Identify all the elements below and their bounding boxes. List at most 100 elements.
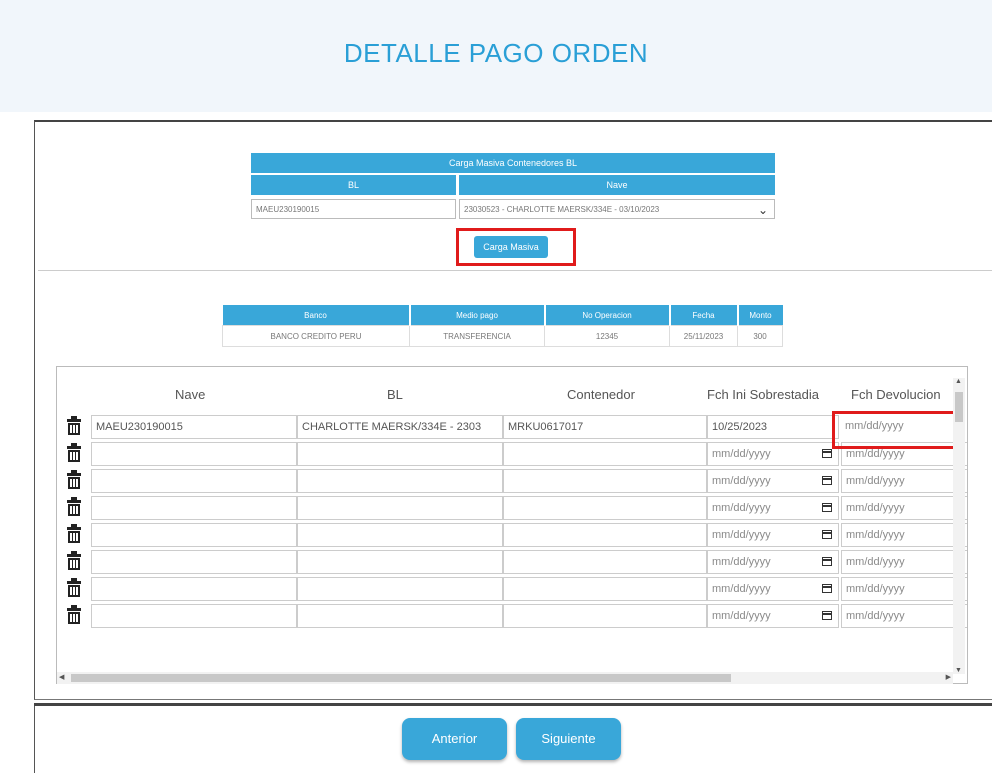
fch-dev-field[interactable]: mm/dd/yyyy xyxy=(841,604,967,628)
bl-field[interactable] xyxy=(297,442,503,466)
fch-dev-field[interactable]: mm/dd/yyyy xyxy=(841,550,967,574)
calendar-icon[interactable] xyxy=(822,449,832,458)
fch-ini-field[interactable]: mm/dd/yyyy xyxy=(707,469,839,493)
scroll-right-icon[interactable]: ▶ xyxy=(946,673,951,681)
fch-dev-field[interactable]: mm/dd/yyyy xyxy=(841,469,967,493)
bl-field[interactable] xyxy=(297,577,503,601)
date-placeholder: mm/dd/yyyy xyxy=(846,583,905,595)
nave-select-value: 23030523 - CHARLOTTE MAERSK/334E - 03/10… xyxy=(464,205,660,214)
table-row: mm/dd/yyyy mm/dd/yyyy xyxy=(57,550,967,574)
header-banco: Banco xyxy=(222,305,411,326)
trash-icon[interactable] xyxy=(67,497,81,516)
fch-ini-field[interactable]: mm/dd/yyyy xyxy=(707,496,839,520)
nave-field[interactable] xyxy=(91,523,297,547)
date-placeholder: mm/dd/yyyy xyxy=(712,529,771,541)
nave-field[interactable] xyxy=(91,469,297,493)
trash-icon[interactable] xyxy=(67,443,81,462)
bl-field[interactable] xyxy=(297,496,503,520)
scroll-left-icon[interactable]: ◀ xyxy=(59,673,64,681)
fch-dev-field[interactable]: mm/dd/yyyy xyxy=(841,577,967,601)
calendar-icon[interactable] xyxy=(822,530,832,539)
table-row: mm/dd/yyyy mm/dd/yyyy xyxy=(57,523,967,547)
divider xyxy=(38,270,992,271)
date-placeholder: mm/dd/yyyy xyxy=(846,502,905,514)
trash-icon[interactable] xyxy=(67,416,81,435)
siguiente-button[interactable]: Siguiente xyxy=(516,718,621,760)
page-title: DETALLE PAGO ORDEN xyxy=(343,38,649,68)
bl-column-header: BL xyxy=(251,175,456,195)
contenedor-field[interactable] xyxy=(503,604,707,628)
calendar-icon[interactable] xyxy=(822,476,832,485)
table-row: mm/dd/yyyy mm/dd/yyyy xyxy=(57,496,967,520)
nave-select[interactable]: 23030523 - CHARLOTTE MAERSK/334E - 03/10… xyxy=(459,199,775,219)
fch-ini-field[interactable]: mm/dd/yyyy xyxy=(707,577,839,601)
table-row: mm/dd/yyyy mm/dd/yyyy xyxy=(57,469,967,493)
contenedor-value: MRKU0617017 xyxy=(508,421,584,433)
date-placeholder: mm/dd/yyyy xyxy=(846,556,905,568)
calendar-icon[interactable] xyxy=(822,503,832,512)
calendar-icon[interactable] xyxy=(822,611,832,620)
vertical-scrollbar[interactable]: ▲ ▼ xyxy=(953,378,965,674)
nave-field[interactable] xyxy=(91,577,297,601)
fch-ini-field[interactable]: mm/dd/yyyy xyxy=(707,523,839,547)
fch-dev-field[interactable]: mm/dd/yyyy xyxy=(841,523,967,547)
table-row: mm/dd/yyyy mm/dd/yyyy xyxy=(57,577,967,601)
trash-icon[interactable] xyxy=(67,605,81,624)
grid-header-bl: BL xyxy=(387,387,403,402)
cell-banco: BANCO CREDITO PERU xyxy=(222,325,410,347)
grid-header-nave: Nave xyxy=(175,387,206,402)
date-placeholder: mm/dd/yyyy xyxy=(846,448,905,460)
header-monto: Monto xyxy=(737,305,783,326)
scroll-down-icon[interactable]: ▼ xyxy=(955,667,962,674)
header-fecha: Fecha xyxy=(669,305,739,326)
bl-field[interactable] xyxy=(297,523,503,547)
bl-field[interactable] xyxy=(297,550,503,574)
cell-monto: 300 xyxy=(737,325,783,347)
contenedor-field[interactable] xyxy=(503,577,707,601)
scroll-thumb[interactable] xyxy=(955,392,963,422)
trash-icon[interactable] xyxy=(67,470,81,489)
date-placeholder: mm/dd/yyyy xyxy=(712,502,771,514)
contenedor-field[interactable]: MRKU0617017 xyxy=(503,415,707,439)
contenedor-field[interactable] xyxy=(503,523,707,547)
table-row: MAEU230190015 CHARLOTTE MAERSK/334E - 230… xyxy=(57,415,957,439)
contenedor-field[interactable] xyxy=(503,469,707,493)
calendar-icon[interactable] xyxy=(822,557,832,566)
bl-field[interactable] xyxy=(297,469,503,493)
calendar-icon[interactable] xyxy=(822,584,832,593)
nave-field[interactable] xyxy=(91,604,297,628)
fch-ini-field[interactable]: mm/dd/yyyy xyxy=(707,550,839,574)
table-row: mm/dd/yyyy mm/dd/yyyy xyxy=(57,604,967,628)
contenedor-field[interactable] xyxy=(503,496,707,520)
anterior-button[interactable]: Anterior xyxy=(402,718,507,760)
carga-masiva-panel: Carga Masiva Contenedores BL BL Nave MAE… xyxy=(251,153,775,219)
trash-icon[interactable] xyxy=(67,578,81,597)
trash-icon[interactable] xyxy=(67,524,81,543)
date-placeholder: mm/dd/yyyy xyxy=(846,475,905,487)
nave-field[interactable] xyxy=(91,442,297,466)
contenedor-field[interactable] xyxy=(503,442,707,466)
nave-column-header: Nave xyxy=(459,175,775,195)
chevron-down-icon: ⌄ xyxy=(757,203,768,217)
nave-field[interactable]: MAEU230190015 xyxy=(91,415,297,439)
trash-icon[interactable] xyxy=(67,551,81,570)
bl-field[interactable]: CHARLOTTE MAERSK/334E - 2303 xyxy=(297,415,503,439)
fch-dev-field[interactable]: mm/dd/yyyy xyxy=(841,496,967,520)
horizontal-scrollbar[interactable]: ◀ ▶ xyxy=(57,672,953,684)
table-row: mm/dd/yyyy mm/dd/yyyy xyxy=(57,442,967,466)
date-placeholder: mm/dd/yyyy xyxy=(846,529,905,541)
nave-field[interactable] xyxy=(91,550,297,574)
scroll-up-icon[interactable]: ▲ xyxy=(955,378,962,385)
bl-input[interactable]: MAEU230190015 xyxy=(251,199,456,219)
scroll-thumb[interactable] xyxy=(71,674,731,682)
cell-no-operacion: 12345 xyxy=(544,325,670,347)
contenedor-field[interactable] xyxy=(503,550,707,574)
payment-table: Banco Medio pago No Operacion Fecha Mont… xyxy=(222,305,783,347)
fch-ini-field[interactable]: mm/dd/yyyy xyxy=(707,604,839,628)
date-placeholder: mm/dd/yyyy xyxy=(846,610,905,622)
nave-field[interactable] xyxy=(91,496,297,520)
fch-ini-field[interactable]: mm/dd/yyyy xyxy=(707,442,839,466)
fch-ini-field[interactable]: 10/25/2023 xyxy=(707,415,839,439)
bl-field[interactable] xyxy=(297,604,503,628)
bl-value: CHARLOTTE MAERSK/334E - 2303 xyxy=(302,421,482,433)
